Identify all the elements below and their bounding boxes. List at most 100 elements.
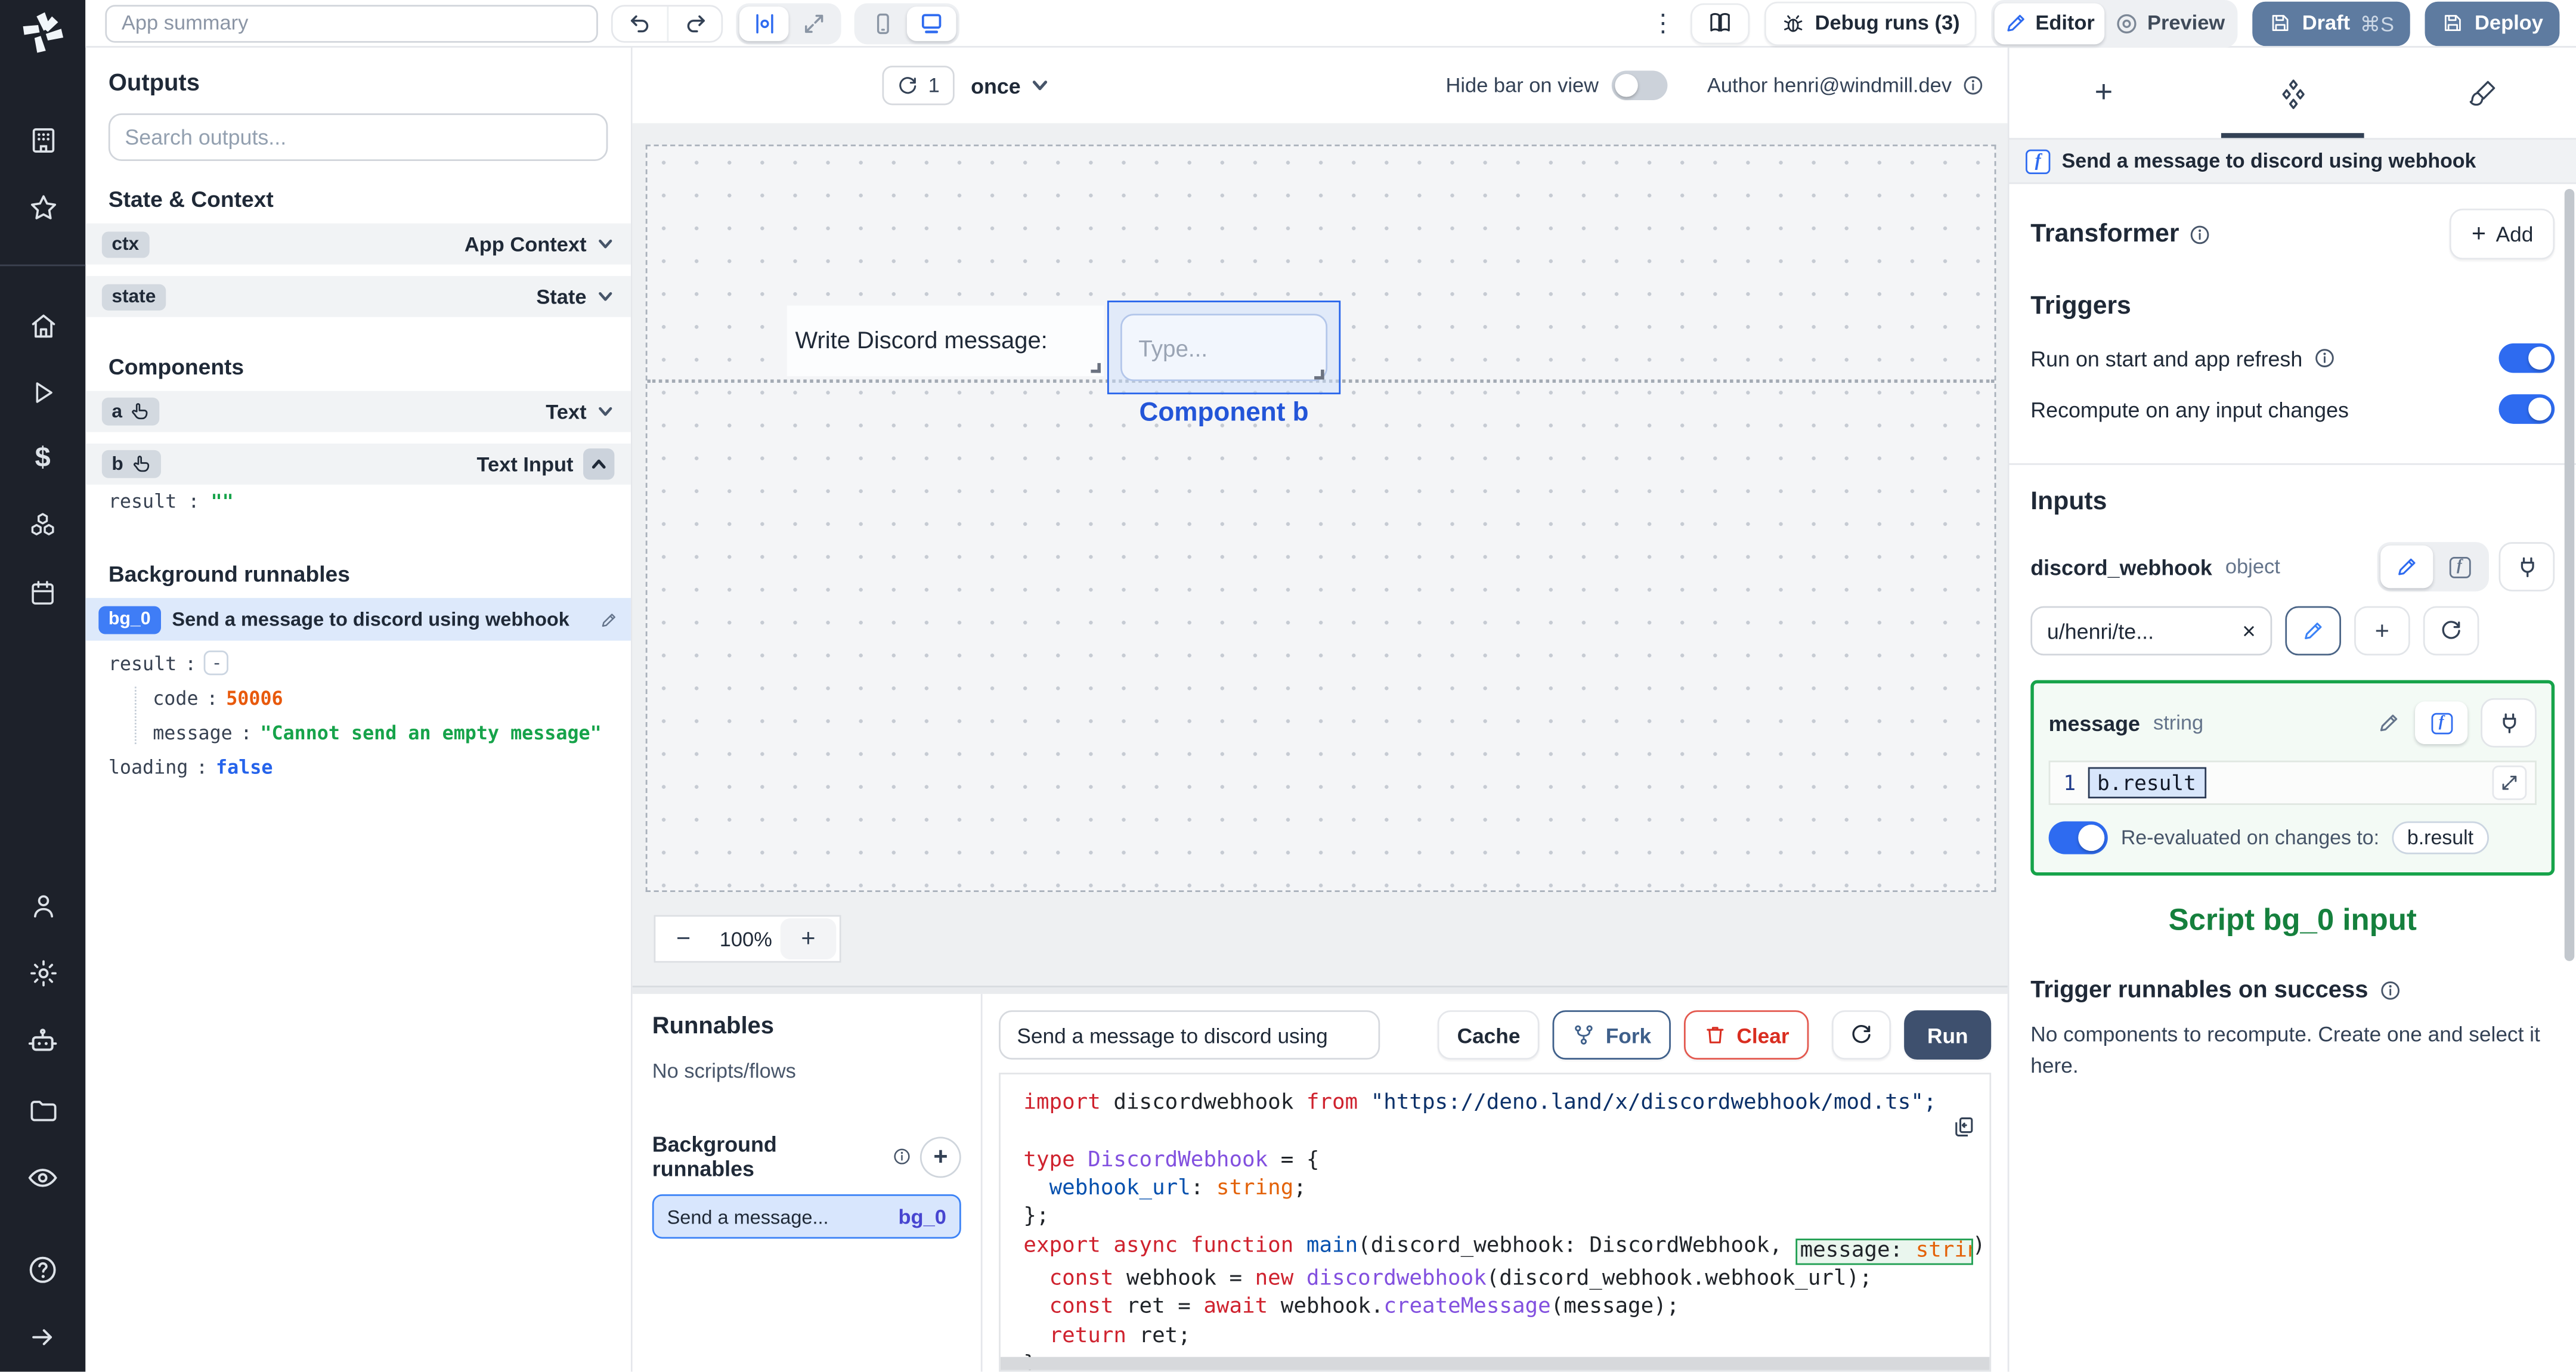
clear-resource-icon[interactable]: ×: [2242, 618, 2256, 644]
chevron-down-icon[interactable]: [596, 235, 614, 253]
reeval-toggle[interactable]: [2048, 821, 2108, 854]
info-icon[interactable]: [2189, 222, 2212, 246]
tab-components-icon[interactable]: [2198, 48, 2387, 138]
fork-button[interactable]: Fork: [1553, 1010, 1671, 1060]
redo-button[interactable]: [667, 5, 722, 41]
collapse-result-button[interactable]: -: [204, 651, 230, 676]
docs-book-button[interactable]: [1690, 2, 1750, 44]
static-mode-pencil-icon[interactable]: [2363, 701, 2415, 744]
panel-resize-handle[interactable]: [632, 986, 2008, 995]
editor-preview-group: Editor Preview: [1990, 0, 2238, 47]
code-editor[interactable]: import discordwebhook from "https://deno…: [999, 1073, 1992, 1372]
tab-style-brush-icon[interactable]: [2387, 48, 2576, 138]
text-input-field[interactable]: Type...: [1120, 314, 1328, 382]
on-success-heading: Trigger runnables on success: [2030, 977, 2368, 1004]
resource-picker-input[interactable]: u/henri/te... ×: [2030, 606, 2272, 656]
eval-mode-function-icon[interactable]: f: [2433, 546, 2485, 589]
desktop-view-button[interactable]: [906, 5, 956, 41]
deploy-button[interactable]: Deploy: [2425, 1, 2560, 45]
chevron-down-icon[interactable]: [596, 402, 614, 420]
output-row-ctx[interactable]: ctx App Context: [85, 223, 631, 265]
zoom-out-button[interactable]: −: [655, 925, 711, 953]
folders-icon[interactable]: [27, 1094, 58, 1125]
eval-mode-function-icon[interactable]: f: [2414, 701, 2468, 745]
chevron-down-icon[interactable]: [596, 287, 614, 305]
no-scripts-label: No scripts/flows: [652, 1060, 796, 1083]
edit-resource-pencil-button[interactable]: [2285, 606, 2342, 656]
reeval-target-pill[interactable]: b.result: [2392, 821, 2488, 854]
app-canvas[interactable]: Write Discord message: Type... Component…: [632, 123, 2008, 986]
bg0-runnable-item-selected[interactable]: Send a message... bg_0: [652, 1194, 961, 1239]
bg0-output-row[interactable]: bg_0 Send a message to discord using web…: [85, 597, 631, 641]
info-icon[interactable]: [2378, 979, 2401, 1002]
text-input-component-selected[interactable]: Type...: [1107, 301, 1341, 395]
chevron-up-icon[interactable]: [583, 448, 615, 480]
app-summary-input[interactable]: [105, 4, 598, 42]
connect-plug-icon[interactable]: [2498, 542, 2555, 591]
search-outputs-input[interactable]: [108, 113, 608, 161]
text-component[interactable]: Write Discord message:: [787, 305, 1104, 376]
save-icon: [2270, 11, 2293, 35]
script-title-input[interactable]: Send a message to discord using: [999, 1010, 1380, 1060]
output-row-component-b[interactable]: b Text Input: [85, 443, 631, 485]
debug-runs-button[interactable]: Debug runs (3): [1764, 1, 1977, 45]
info-icon[interactable]: [2312, 346, 2336, 370]
runs-play-icon[interactable]: [28, 378, 58, 408]
home-icon[interactable]: [27, 311, 58, 342]
workers-robot-icon[interactable]: [26, 1025, 59, 1058]
settings-gear-icon[interactable]: [27, 958, 58, 989]
clear-button[interactable]: Clear: [1684, 1010, 1809, 1060]
undo-redo-group: [611, 4, 723, 42]
horizontal-scrollbar[interactable]: [1000, 1357, 1990, 1371]
info-icon[interactable]: [1962, 74, 1985, 97]
run-on-start-toggle[interactable]: [2498, 343, 2555, 373]
info-icon[interactable]: [892, 1147, 912, 1167]
expression-editor[interactable]: 1 b.result: [2048, 760, 2537, 805]
vertical-scrollbar[interactable]: [2564, 188, 2575, 961]
add-resource-button[interactable]: +: [2354, 606, 2410, 656]
workspace-icon[interactable]: [27, 125, 58, 156]
add-background-runnable-button[interactable]: +: [920, 1136, 961, 1178]
fullscreen-layout-button[interactable]: [788, 6, 838, 41]
cache-button[interactable]: Cache: [1437, 1010, 1540, 1060]
help-icon[interactable]: [26, 1254, 59, 1287]
topbar: ⋮ Debug runs (3) Editor Preview: [85, 0, 2576, 48]
refresh-count-button[interactable]: 1: [882, 66, 955, 106]
more-menu-icon[interactable]: ⋮: [1651, 8, 1675, 38]
expand-editor-icon[interactable]: [2492, 765, 2527, 800]
copy-code-icon[interactable]: [1952, 1116, 1975, 1139]
favorites-star-icon[interactable]: [27, 192, 58, 223]
windmill-logo-icon[interactable]: [18, 8, 67, 58]
undo-button[interactable]: [613, 6, 667, 41]
static-mode-pencil-icon[interactable]: [2380, 545, 2433, 589]
expression-token[interactable]: b.result: [2087, 767, 2206, 798]
output-row-component-a[interactable]: a Text: [85, 391, 631, 432]
connect-plug-icon[interactable]: [2481, 698, 2537, 748]
tab-editor[interactable]: Editor: [1994, 2, 2105, 44]
refresh-resource-button[interactable]: [2423, 606, 2479, 656]
edit-pencil-icon[interactable]: [600, 611, 618, 628]
tab-insert-plus-icon[interactable]: +: [2009, 48, 2198, 138]
canvas-grid[interactable]: Write Discord message: Type... Component…: [645, 144, 1996, 893]
mobile-view-button[interactable]: [857, 6, 907, 41]
collapse-rail-arrow-icon[interactable]: [28, 1323, 58, 1352]
audit-eye-icon[interactable]: [26, 1162, 59, 1194]
zoom-in-button[interactable]: +: [780, 918, 837, 960]
resize-handle[interactable]: [1314, 369, 1324, 380]
schedule-select[interactable]: once: [971, 73, 1050, 98]
refresh-button[interactable]: [1832, 1010, 1891, 1060]
recompute-toggle[interactable]: [2498, 394, 2555, 424]
resize-handle[interactable]: [1091, 363, 1101, 373]
schedules-calendar-icon[interactable]: [28, 578, 58, 608]
add-transformer-button[interactable]: + Add: [2450, 208, 2555, 260]
center-layout-button[interactable]: [739, 5, 789, 41]
tab-preview[interactable]: Preview: [2104, 2, 2234, 44]
draft-button[interactable]: Draft ⌘S: [2253, 1, 2411, 45]
hide-bar-toggle[interactable]: [1612, 70, 1668, 101]
run-button[interactable]: Run: [1904, 1010, 1992, 1060]
output-row-state[interactable]: state State: [85, 275, 631, 317]
user-icon[interactable]: [27, 890, 58, 921]
resources-cubes-icon[interactable]: [26, 509, 59, 542]
line-number: 1: [2063, 770, 2076, 795]
variables-dollar-icon[interactable]: $: [35, 442, 51, 473]
